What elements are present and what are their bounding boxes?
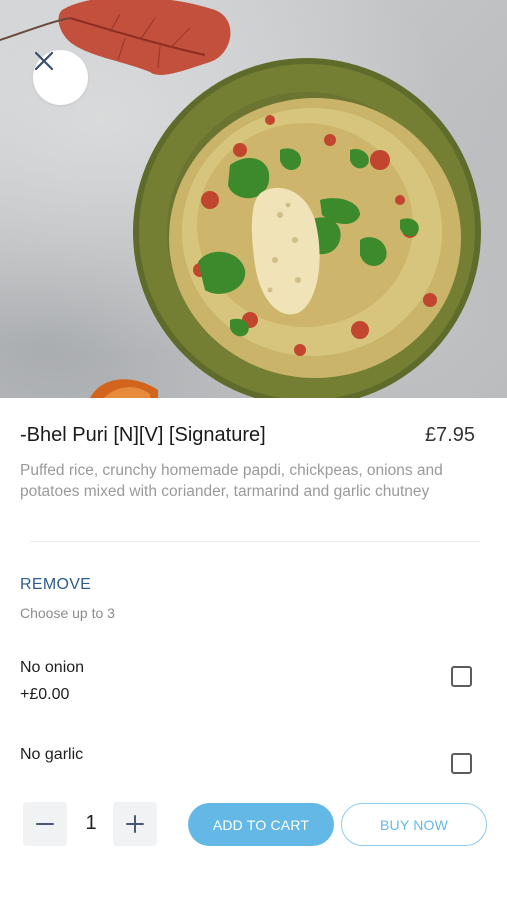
option-no-onion-price: +£0.00 bbox=[20, 686, 70, 703]
decrease-quantity-button[interactable] bbox=[23, 802, 67, 846]
divider bbox=[30, 541, 480, 542]
buy-now-button[interactable]: BUY NOW bbox=[341, 803, 487, 846]
close-button[interactable] bbox=[33, 50, 88, 105]
remove-section-title: REMOVE bbox=[20, 576, 92, 593]
plus-icon bbox=[126, 815, 144, 833]
minus-icon bbox=[36, 823, 54, 825]
item-photo bbox=[0, 0, 507, 398]
item-description: Puffed rice, crunchy homemade papdi, chi… bbox=[20, 462, 443, 500]
add-to-cart-button[interactable]: ADD TO CART bbox=[188, 803, 334, 846]
increase-quantity-button[interactable] bbox=[113, 802, 157, 846]
quantity-value: 1 bbox=[85, 812, 97, 834]
item-detail-screen: -Bhel Puri [N][V] [Signature] £7.95 Puff… bbox=[0, 0, 507, 900]
option-no-garlic-checkbox[interactable] bbox=[451, 753, 472, 774]
option-no-garlic-label: No garlic bbox=[20, 746, 84, 763]
item-title: -Bhel Puri [N][V] [Signature] bbox=[20, 424, 266, 446]
item-price: £7.95 bbox=[424, 424, 475, 446]
option-no-onion-label: No onion bbox=[20, 659, 85, 676]
option-no-onion-checkbox[interactable] bbox=[451, 666, 472, 687]
remove-section-subtitle: Choose up to 3 bbox=[20, 605, 115, 621]
close-icon bbox=[34, 51, 54, 71]
item-header: -Bhel Puri [N][V] [Signature] £7.95 bbox=[20, 424, 480, 447]
